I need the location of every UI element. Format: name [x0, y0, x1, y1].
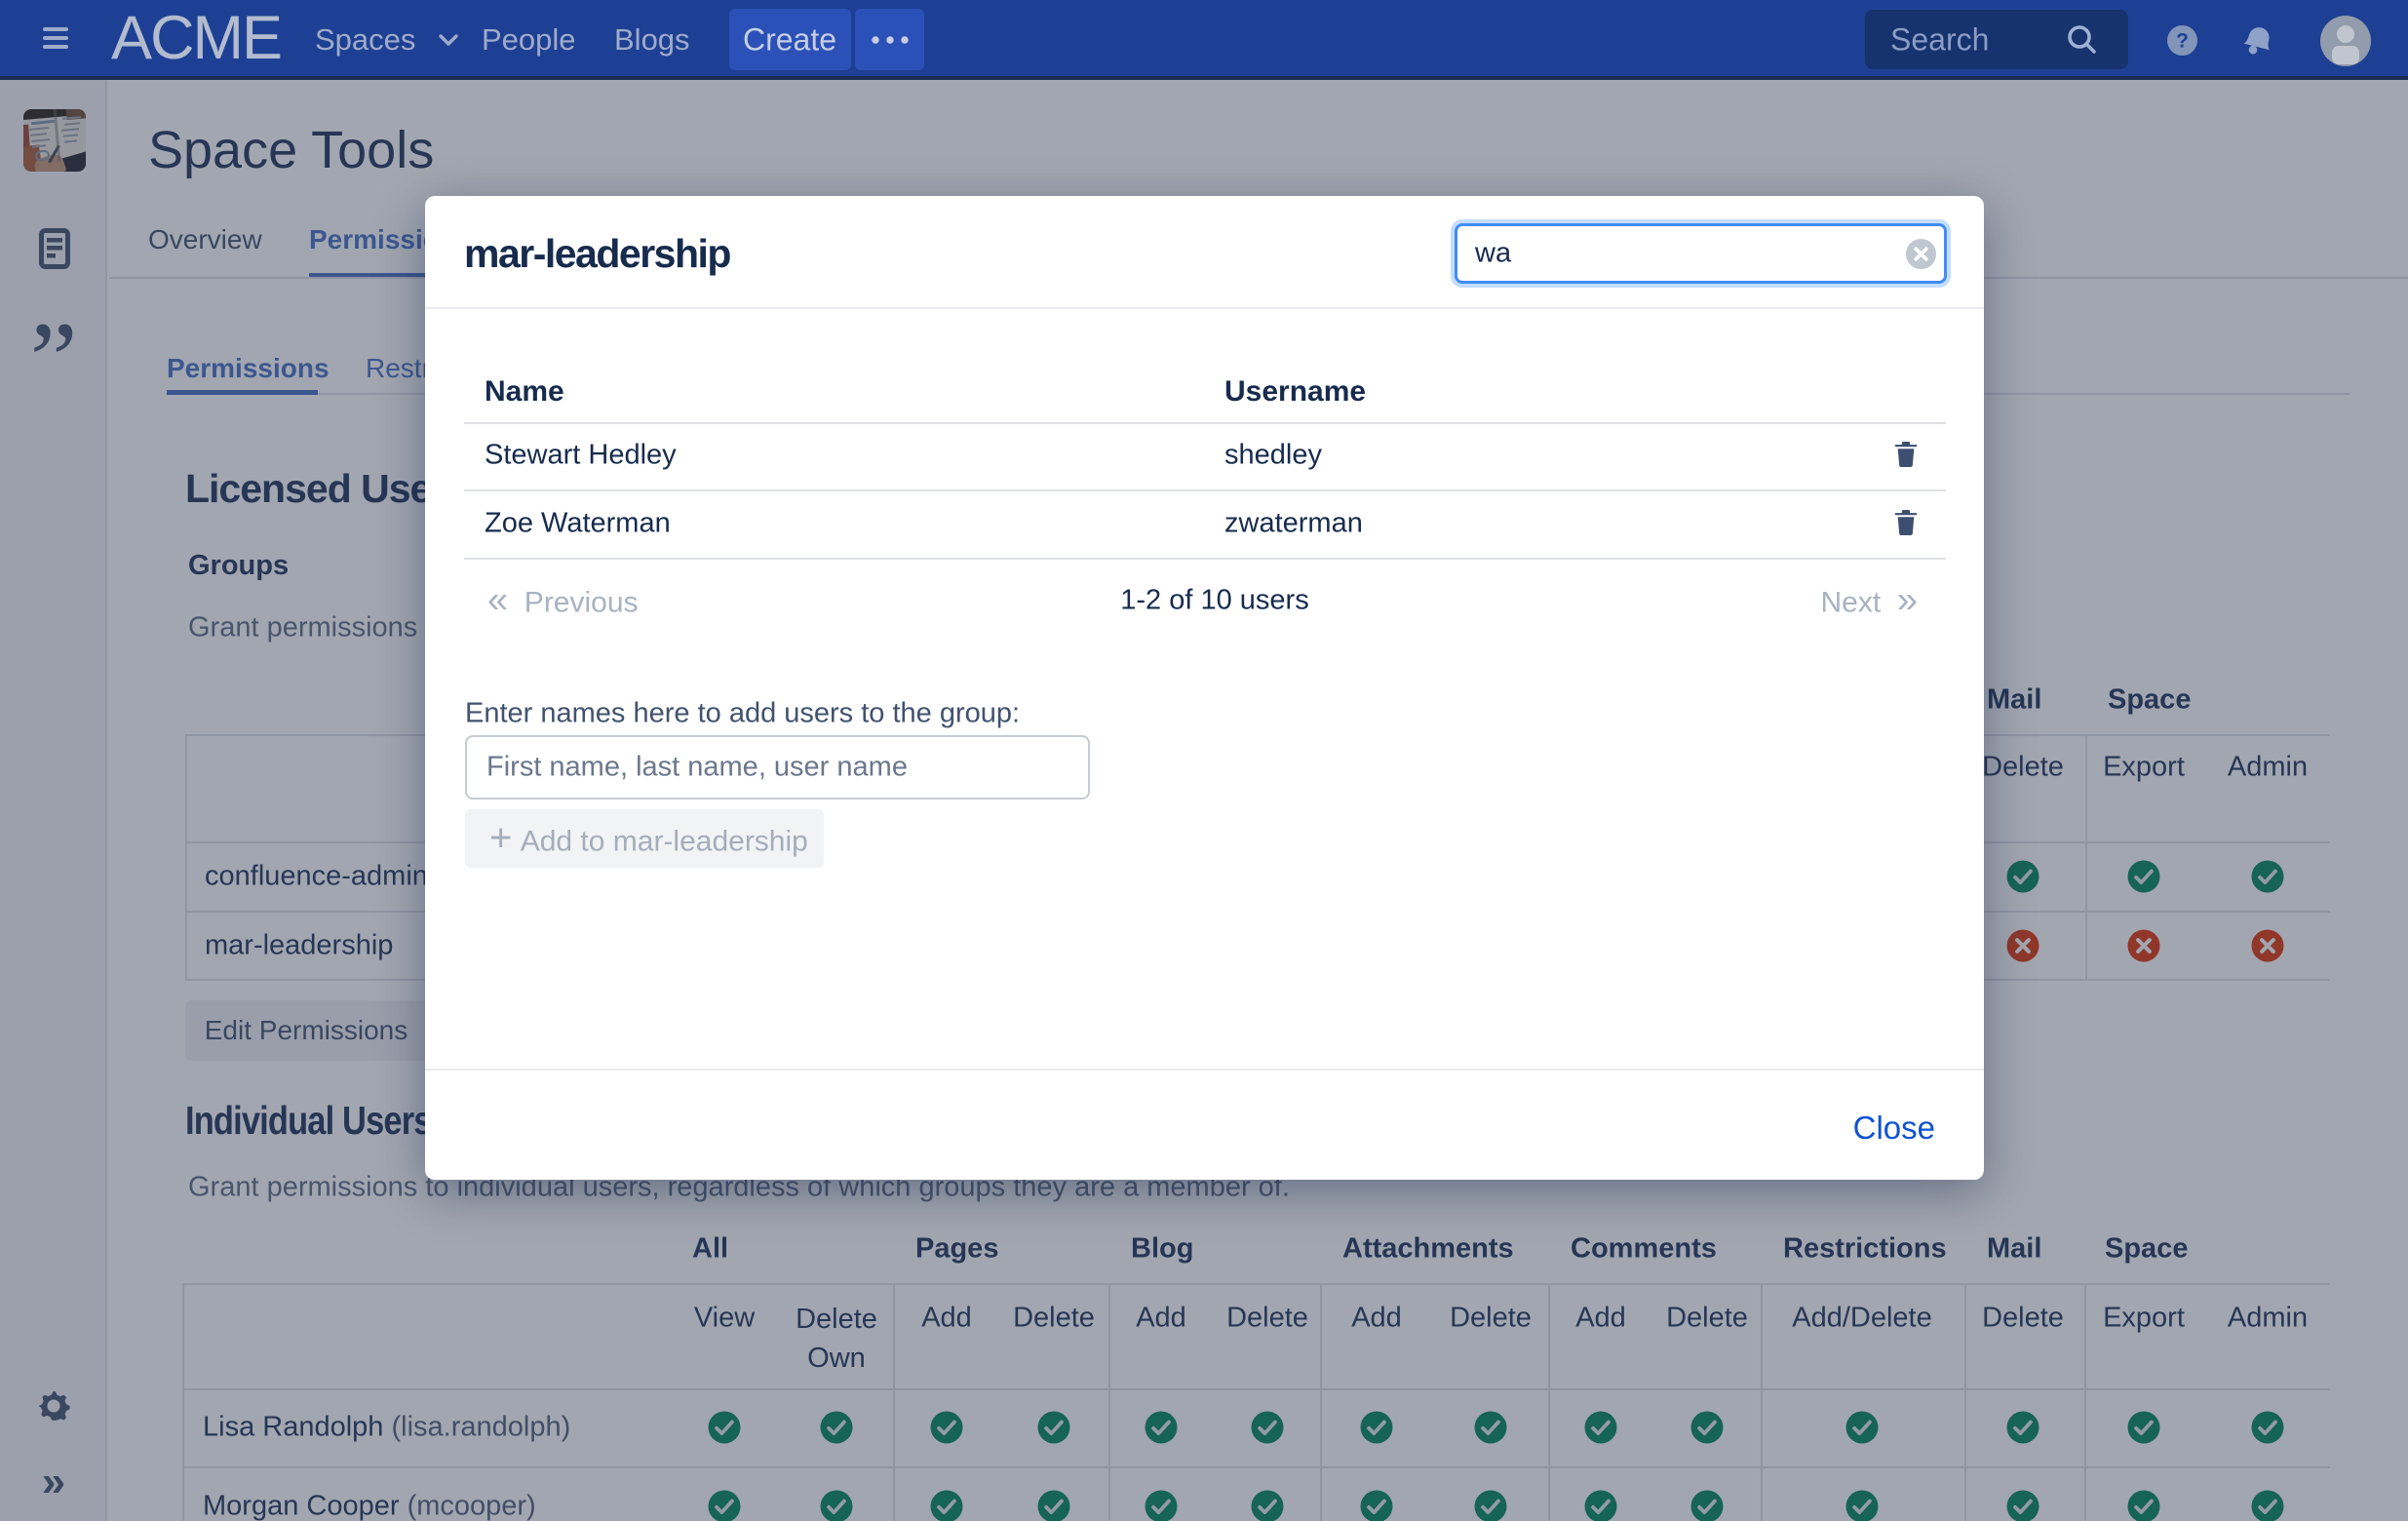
- svg-text:?: ?: [2176, 30, 2189, 53]
